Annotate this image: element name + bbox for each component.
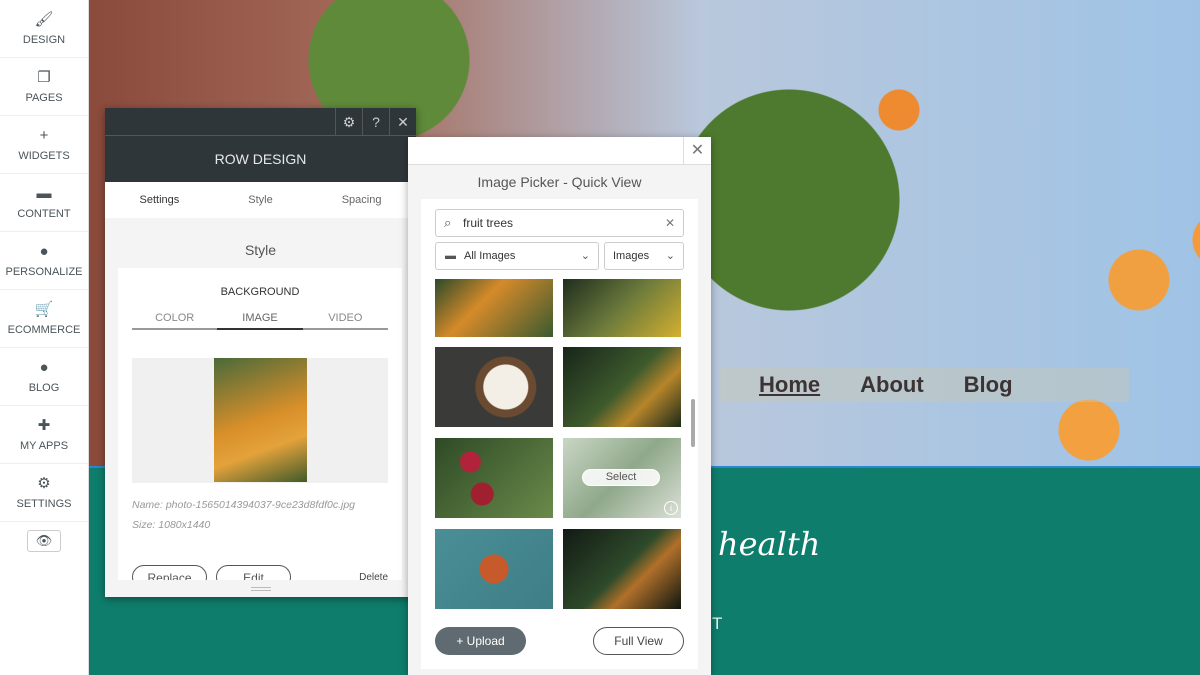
search-value: fruit trees: [463, 216, 514, 230]
sidebar-item-label: PAGES: [25, 91, 63, 104]
replace-button[interactable]: Replace: [132, 565, 207, 580]
site-nav: Home About Blog: [719, 368, 1129, 402]
section-heading: Style: [244, 242, 277, 258]
puzzle-icon: ✚: [37, 416, 51, 434]
tab-image[interactable]: IMAGE: [217, 312, 303, 330]
search-icon: ⌕: [444, 215, 452, 230]
sidebar-item-label: BLOG: [28, 381, 60, 394]
plus-icon: +: [39, 126, 49, 144]
search-input[interactable]: ⌕ fruit trees ✕: [435, 209, 684, 237]
image-name: Name: photo-1565014394037-9ce23d8fdf0c.j…: [132, 499, 356, 511]
nav-blog[interactable]: Blog: [964, 372, 1013, 398]
upload-button[interactable]: + Upload: [435, 627, 526, 655]
image-size: Size: 1080x1440: [132, 519, 211, 531]
image-thumbnail-hovered[interactable]: Select i: [563, 438, 681, 518]
image-thumbnail[interactable]: [563, 529, 681, 609]
row-design-panel: ⚙ ? ✕ ROW DESIGN Settings Style Spacing …: [105, 108, 416, 597]
clear-search-icon[interactable]: ✕: [665, 210, 675, 236]
image-picker-panel: ✕ Image Picker - Quick View ⌕ fruit tree…: [408, 137, 711, 675]
scrollbar[interactable]: [691, 399, 695, 447]
sidebar-item-content[interactable]: ▬ CONTENT: [0, 174, 88, 232]
sidebar: 🖌 DESIGN ❐ PAGES + WIDGETS ▬ CONTENT ● PERSONALIZ…: [0, 0, 89, 675]
preview-toggle-button[interactable]: 👁: [27, 530, 61, 552]
image-preview: [132, 358, 388, 483]
type-select-value: Images: [613, 250, 650, 262]
gear-icon: ⚙: [37, 474, 51, 492]
tab-spacing[interactable]: Spacing: [342, 194, 382, 206]
background-heading: BACKGROUND: [220, 286, 300, 298]
tab-video[interactable]: VIDEO: [303, 312, 388, 328]
subtext: T: [712, 614, 723, 633]
type-select[interactable]: Images ⌄: [604, 242, 684, 270]
image-grid: Select i: [435, 279, 684, 609]
sidebar-item-pages[interactable]: ❐ PAGES: [0, 58, 88, 116]
background-card: BACKGROUND COLOR IMAGE VIDEO Name: photo…: [118, 268, 402, 580]
close-icon[interactable]: ✕: [683, 137, 711, 165]
chevron-down-icon: ⌄: [665, 250, 675, 262]
sidebar-item-ecommerce[interactable]: 🛒 ECOMMERCE: [0, 290, 88, 348]
info-icon[interactable]: i: [664, 501, 678, 515]
tab-style[interactable]: Style: [248, 194, 272, 206]
folder-select-value: All Images: [464, 250, 516, 262]
picker-title: Image Picker - Quick View: [477, 174, 642, 190]
sidebar-item-label: DESIGN: [22, 33, 66, 46]
pages-icon: ❐: [37, 68, 51, 86]
chevron-down-icon: ⌄: [580, 250, 590, 262]
resize-handle[interactable]: [251, 587, 271, 591]
select-button[interactable]: Select: [582, 469, 660, 486]
sidebar-item-label: WIDGETS: [18, 149, 70, 162]
preview-thumbnail: [214, 358, 307, 482]
sidebar-item-personalize[interactable]: ● PERSONALIZE: [0, 232, 88, 290]
close-icon[interactable]: ✕: [389, 108, 416, 135]
image-thumbnail[interactable]: [435, 529, 553, 609]
folder-icon: ▬: [445, 250, 456, 262]
sidebar-item-label: CONTENT: [17, 207, 71, 220]
image-thumbnail[interactable]: [435, 347, 553, 427]
full-view-button[interactable]: Full View: [593, 627, 684, 655]
person-icon: ●: [39, 242, 49, 260]
nav-about[interactable]: About: [860, 372, 924, 398]
sidebar-item-blog[interactable]: ● BLOG: [0, 348, 88, 406]
tab-settings[interactable]: Settings: [140, 194, 180, 206]
panel-title: ROW DESIGN: [105, 136, 416, 182]
tab-color[interactable]: COLOR: [132, 312, 217, 328]
image-thumbnail[interactable]: [435, 438, 553, 518]
chat-bubble-icon: ●: [39, 358, 49, 376]
nav-home[interactable]: Home: [759, 372, 820, 398]
image-thumbnail[interactable]: [435, 279, 553, 337]
image-thumbnail[interactable]: [563, 347, 681, 427]
sidebar-item-design[interactable]: 🖌 DESIGN: [0, 0, 88, 58]
sidebar-item-label: MY APPS: [19, 439, 69, 452]
brush-icon: 🖌: [34, 10, 54, 28]
headline-text: health: [718, 525, 821, 563]
delete-button[interactable]: Delete: [359, 572, 388, 581]
eye-icon: 👁: [35, 533, 53, 548]
sidebar-item-label: SETTINGS: [16, 497, 72, 510]
sidebar-item-widgets[interactable]: + WIDGETS: [0, 116, 88, 174]
sidebar-item-label: PERSONALIZE: [5, 265, 83, 278]
folder-select[interactable]: ▬ All Images ⌄: [435, 242, 599, 270]
edit-button[interactable]: Edit: [216, 565, 291, 580]
help-icon[interactable]: ?: [362, 108, 389, 135]
sidebar-item-label: ECOMMERCE: [7, 323, 81, 336]
sidebar-item-my-apps[interactable]: ✚ MY APPS: [0, 406, 88, 464]
sidebar-item-settings[interactable]: ⚙ SETTINGS: [0, 464, 88, 522]
folder-icon: ▬: [36, 184, 52, 202]
image-thumbnail[interactable]: [563, 279, 681, 337]
cart-icon: 🛒: [34, 300, 54, 318]
gear-icon[interactable]: ⚙: [335, 108, 362, 135]
